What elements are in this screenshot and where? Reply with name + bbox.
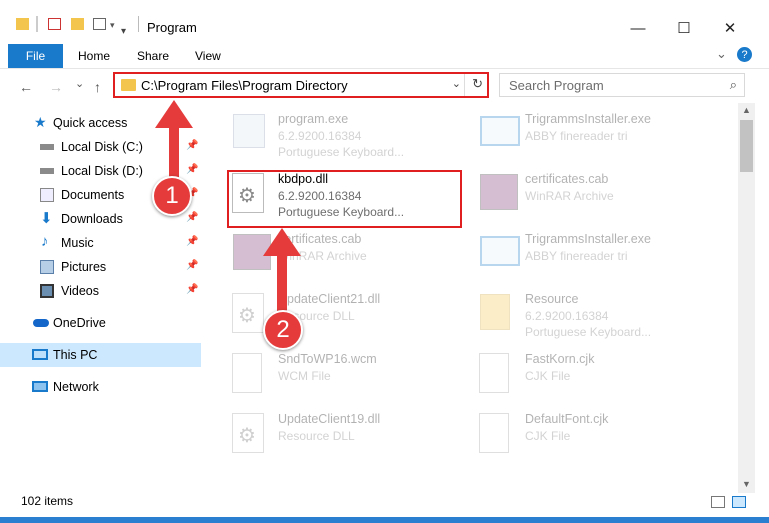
callout-badge-2: 2 [263, 310, 303, 350]
vertical-scrollbar[interactable]: ▲ ▼ [738, 103, 755, 493]
scroll-thumb[interactable] [740, 120, 753, 172]
scroll-down-icon[interactable]: ▼ [742, 479, 751, 489]
scroll-up-icon[interactable]: ▲ [742, 105, 751, 115]
annotation-arrows [155, 100, 301, 312]
arrow-to-kbdpo-file [263, 228, 301, 312]
item-count: 102 items [21, 494, 74, 508]
status-bar: 102 items [0, 493, 769, 517]
details-view-icon[interactable] [711, 496, 725, 508]
large-icons-view-icon[interactable] [732, 496, 746, 508]
callout-badge-1: 1 [152, 176, 192, 216]
window-border [0, 517, 769, 523]
